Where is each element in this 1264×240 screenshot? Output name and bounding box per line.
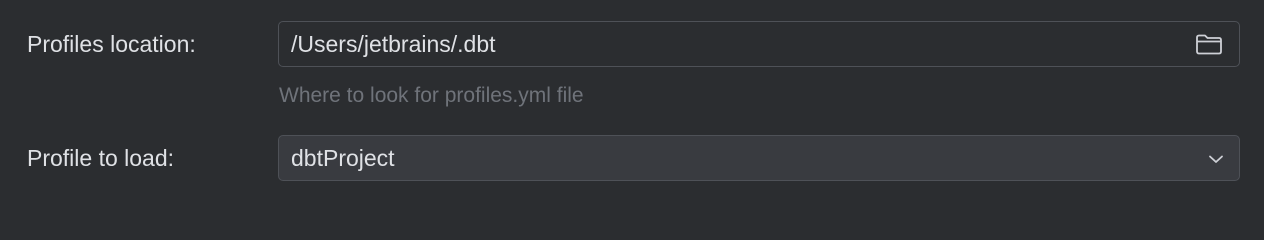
profiles-location-field[interactable]: /Users/jetbrains/.dbt [278,21,1240,67]
dbt-settings-form: Profiles location: /Users/jetbrains/.dbt… [0,0,1264,202]
profile-to-load-select[interactable]: dbtProject [278,135,1240,181]
profile-to-load-label: Profile to load: [27,145,175,171]
chevron-down-icon[interactable] [1207,150,1225,168]
profile-to-load-value: dbtProject [291,145,395,171]
folder-icon[interactable] [1195,33,1223,55]
profiles-location-label: Profiles location: [27,31,196,57]
profiles-location-hint: Where to look for profiles.yml file [279,84,584,107]
profiles-location-input[interactable]: /Users/jetbrains/.dbt [291,22,496,66]
